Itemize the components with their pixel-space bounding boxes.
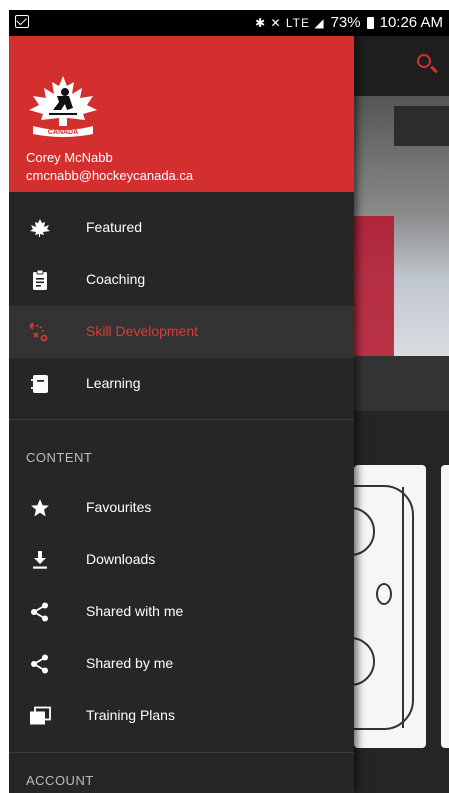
drawer-item-coaching[interactable]: Coaching xyxy=(9,254,354,306)
drill-card[interactable] xyxy=(354,465,426,748)
drill-card-next[interactable] xyxy=(441,465,449,748)
drill-path-icon xyxy=(29,322,48,342)
faceoff-circle xyxy=(354,507,375,556)
drawer-item-shared-by-me[interactable]: Shared by me xyxy=(9,638,354,690)
maple-leaf-icon xyxy=(30,219,50,237)
hockey-canada-logo: CANADA xyxy=(29,76,97,137)
star-icon xyxy=(31,499,49,517)
search-icon[interactable] xyxy=(417,54,431,68)
signal-icons: ✱ ✕ LTE ◢ xyxy=(255,15,325,30)
arena-seats xyxy=(394,106,449,146)
user-name: Corey McNabb xyxy=(26,150,113,165)
drawer-item-featured[interactable]: Featured xyxy=(9,202,354,254)
share-icon xyxy=(31,602,48,622)
drawer-item-label: Favourites xyxy=(86,499,152,515)
drawer-item-training-plans[interactable]: Training Plans xyxy=(9,690,354,742)
hockey-net xyxy=(354,216,394,356)
drawer-item-label: Downloads xyxy=(86,551,156,567)
drawer-item-label: Learning xyxy=(86,375,141,391)
drawer-item-label: Training Plans xyxy=(86,707,175,723)
status-bar-right: ✱ ✕ LTE ◢ 73% 10:26 AM xyxy=(255,14,443,31)
share-icon xyxy=(31,654,48,674)
drawer-item-label: Shared by me xyxy=(86,655,174,671)
goal-crease xyxy=(376,583,392,605)
app-toolbar xyxy=(354,36,449,96)
drawer-item-label: Skill Development xyxy=(86,323,199,339)
user-email: cmcnabb@hockeycanada.ca xyxy=(26,168,194,183)
rink-diagram xyxy=(354,485,414,730)
drawer-item-label: Coaching xyxy=(86,271,146,287)
logo-text: CANADA xyxy=(48,129,78,136)
hero-image xyxy=(354,96,449,356)
drawer-item-label: Shared with me xyxy=(86,603,184,619)
section-header-content: CONTENT xyxy=(26,450,93,465)
stack-icon xyxy=(30,706,51,725)
message-notification-icon xyxy=(15,15,29,28)
drawer-item-learning[interactable]: Learning xyxy=(9,358,354,410)
faceoff-circle xyxy=(354,637,375,686)
drawer-item-label: Featured xyxy=(86,219,143,235)
rink-line xyxy=(402,487,404,728)
divider xyxy=(9,752,354,753)
divider xyxy=(9,419,354,420)
drawer-header: CANADA Corey McNabb cmcnabb@hockeycanada… xyxy=(9,36,354,192)
navigation-drawer: CANADA Corey McNabb cmcnabb@hockeycanada… xyxy=(9,36,354,793)
battery-percentage: 73% xyxy=(330,14,361,31)
clipboard-icon xyxy=(33,270,47,290)
download-icon xyxy=(33,551,47,569)
drawer-item-shared-with-me[interactable]: Shared with me xyxy=(9,586,354,638)
hero-caption-bar xyxy=(354,356,449,411)
drawer-item-skill-development[interactable]: Skill Development xyxy=(9,306,354,358)
section-header-account: ACCOUNT xyxy=(26,773,94,788)
phone-screen: ✱ ✕ LTE ◢ 73% 10:26 AM CANADA Corey McNa… xyxy=(9,10,449,793)
status-bar: ✱ ✕ LTE ◢ 73% 10:26 AM xyxy=(9,10,449,36)
drawer-item-favourites[interactable]: Favourites xyxy=(9,482,354,534)
clock: 10:26 AM xyxy=(379,14,443,31)
notebook-icon xyxy=(31,375,48,393)
drawer-item-downloads[interactable]: Downloads xyxy=(9,534,354,586)
battery-icon xyxy=(366,16,374,29)
